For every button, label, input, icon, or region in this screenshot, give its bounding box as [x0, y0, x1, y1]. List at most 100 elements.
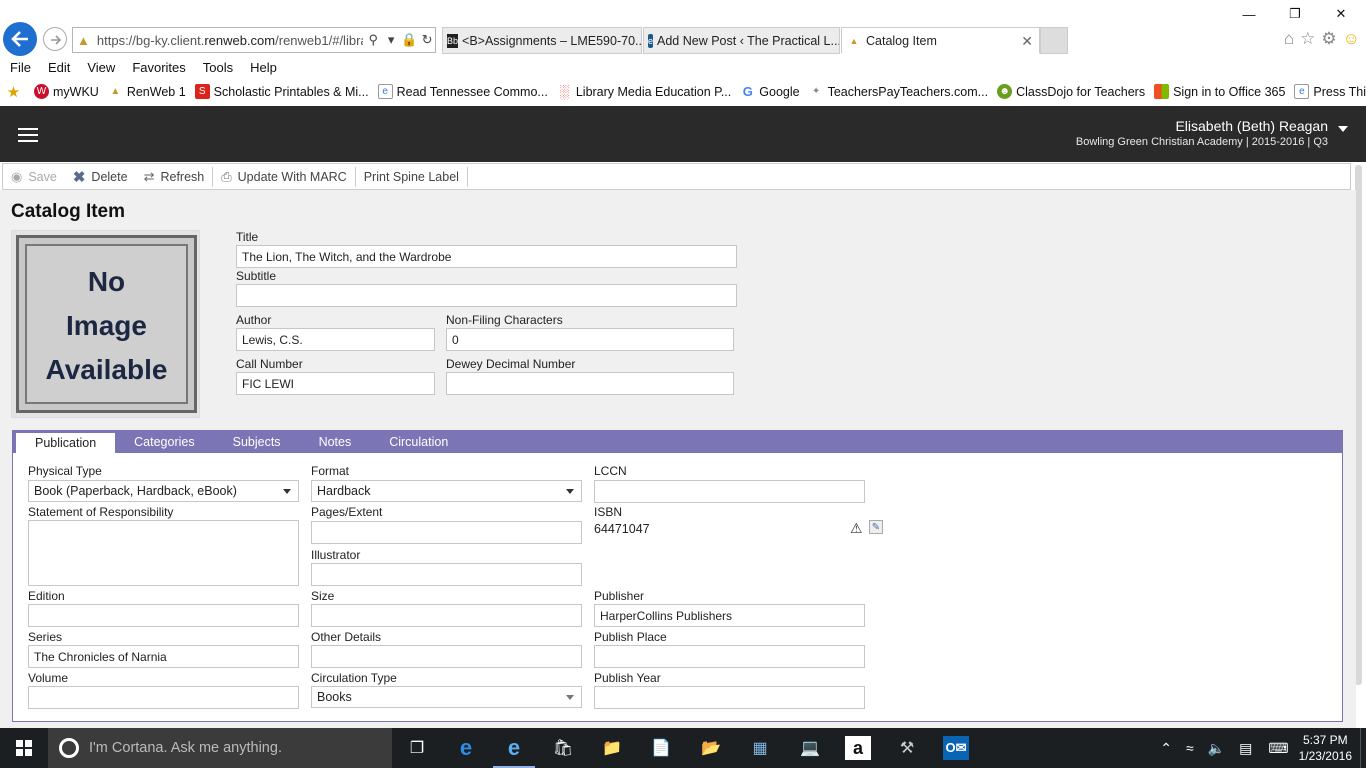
hamburger-menu-icon[interactable] — [18, 128, 38, 142]
clock-time: 5:37 PM — [1302, 733, 1348, 747]
fav-classdojo[interactable]: ☻ ClassDojo for Teachers — [997, 84, 1145, 99]
physical-type-select[interactable]: Book (Paperback, Hardback, eBook) — [28, 480, 299, 502]
system-clock[interactable]: 5:37 PM 1/23/2016 — [1299, 732, 1352, 764]
edit-pencil-icon[interactable]: ✎ — [869, 520, 883, 534]
tab-publication[interactable]: Publication — [16, 433, 116, 453]
favorites-star-icon[interactable]: ☆ — [1300, 29, 1315, 49]
tab-catalog-item[interactable]: ▲ Catalog Item ✕ — [841, 27, 1040, 54]
edge-browser-icon[interactable]: e — [453, 735, 479, 760]
tab-circulation[interactable]: Circulation — [370, 431, 467, 453]
address-bar[interactable]: ▲ https://bg-ky.client.renweb.com/renweb… — [72, 27, 436, 53]
warning-icon[interactable]: ⚠ — [850, 520, 863, 537]
menu-edit[interactable]: Edit — [48, 60, 70, 75]
update-with-marc-button[interactable]: ⎙ Update With MARC — [213, 164, 354, 189]
menu-view[interactable]: View — [87, 60, 115, 75]
smiley-icon[interactable]: ☺ — [1343, 29, 1360, 49]
minimize-icon[interactable]: — — [1226, 0, 1272, 28]
fav-mywku[interactable]: WmyWKU — [34, 84, 99, 99]
publish-place-input[interactable] — [594, 645, 865, 668]
title-input[interactable]: The Lion, The Witch, and the Wardrobe — [236, 245, 737, 268]
size-input[interactable] — [311, 604, 582, 627]
new-tab-button[interactable] — [1040, 27, 1068, 54]
menu-tools[interactable]: Tools — [203, 60, 233, 75]
fav-office365[interactable]: Sign in to Office 365 — [1154, 84, 1285, 99]
folder-documents-icon[interactable]: 📂 — [698, 736, 724, 760]
delete-button[interactable]: ✖ Delete — [65, 164, 136, 189]
toolbar-divider — [466, 166, 468, 187]
folder-icon[interactable]: 📄 — [648, 736, 674, 760]
renweb-icon: ▲ — [77, 32, 90, 48]
outlook-icon[interactable]: O✉ — [943, 736, 969, 760]
close-tab-icon[interactable]: ✕ — [1021, 33, 1033, 50]
close-window-icon[interactable]: ✕ — [1318, 0, 1364, 28]
tab-add-new-post[interactable]: e Add New Post ‹ The Practical L... — [643, 27, 840, 54]
format-select[interactable]: Hardback — [311, 480, 582, 502]
internet-explorer-icon[interactable]: e — [493, 735, 535, 768]
address-url[interactable]: https://bg-ky.client.renweb.com/renweb1/… — [97, 33, 363, 48]
store-icon[interactable]: 🛍 — [550, 736, 576, 760]
tools-icon[interactable]: ⚒ — [894, 736, 920, 760]
subtitle-input[interactable] — [236, 284, 737, 307]
gear-icon[interactable]: ⚙ — [1321, 29, 1336, 49]
tab-categories[interactable]: Categories — [115, 431, 213, 453]
wifi-icon[interactable]: ≈ — [1186, 740, 1194, 756]
author-input[interactable]: Lewis, C.S. — [236, 328, 435, 351]
refresh-button[interactable]: ⇄ Refresh — [136, 164, 213, 189]
refresh-page-icon[interactable]: ↻ — [419, 32, 435, 48]
fav-library-media[interactable]: ░ Library Media Education P... — [557, 84, 732, 99]
fav-renweb[interactable]: ▲ RenWeb 1 — [108, 84, 185, 99]
series-input[interactable]: The Chronicles of Narnia — [28, 645, 299, 668]
user-menu-caret-icon[interactable] — [1338, 126, 1348, 132]
volume-icon[interactable]: 🔈 — [1208, 740, 1225, 757]
menu-favorites[interactable]: Favorites — [132, 60, 185, 75]
call-number-input[interactable]: FIC LEWI — [236, 372, 435, 395]
amazon-icon[interactable]: a — [845, 736, 871, 760]
control-panel-icon[interactable]: ▦ — [747, 736, 773, 760]
dropdown-arrow-icon[interactable]: ▾ — [383, 32, 399, 48]
other-details-input[interactable] — [311, 645, 582, 668]
favorites-add-icon[interactable]: ★ — [6, 84, 25, 101]
home-icon[interactable]: ⌂ — [1284, 29, 1294, 49]
user-name[interactable]: Elisabeth (Beth) Reagan — [1175, 118, 1328, 134]
start-button[interactable] — [0, 728, 48, 768]
wku-icon: W — [34, 84, 49, 99]
file-explorer-icon[interactable]: 📁 — [599, 736, 625, 760]
publisher-input[interactable]: HarperCollins Publishers — [594, 604, 865, 627]
publish-year-input[interactable] — [594, 686, 865, 709]
volume-input[interactable] — [28, 686, 299, 709]
save-button[interactable]: ◉ Save — [3, 164, 65, 189]
fav-tpt[interactable]: ✦ TeachersPayTeachers.com... — [809, 84, 988, 99]
statement-of-responsibility-textarea[interactable] — [28, 520, 299, 586]
lccn-input[interactable] — [594, 480, 865, 503]
print-spine-label-button[interactable]: Print Spine Label — [356, 164, 467, 189]
fav-scholastic[interactable]: S Scholastic Printables & Mi... — [194, 84, 369, 99]
fav-read-tennessee[interactable]: e Read Tennessee Commo... — [377, 84, 548, 99]
page-scrollbar[interactable] — [1355, 165, 1362, 685]
restore-icon[interactable]: ❐ — [1272, 0, 1318, 28]
show-desktop-button[interactable] — [1360, 728, 1366, 768]
fav-google[interactable]: G Google — [740, 84, 800, 99]
google-icon: G — [742, 84, 753, 99]
fav-press-this[interactable]: ePress This — [1294, 84, 1366, 99]
illustrator-input[interactable] — [311, 563, 582, 586]
menu-file[interactable]: File — [10, 60, 31, 75]
lock-icon[interactable]: 🔒 — [401, 32, 417, 48]
tab-assignments[interactable]: Bb <B>Assignments – LME590-70... — [442, 27, 642, 54]
pages-extent-input[interactable] — [311, 521, 582, 544]
search-icon[interactable]: ⚲ — [365, 32, 381, 48]
computer-icon[interactable]: 💻 — [797, 736, 823, 760]
tab-notes[interactable]: Notes — [300, 431, 371, 453]
cortana-search-box[interactable]: I'm Cortana. Ask me anything. — [48, 728, 392, 768]
edition-input[interactable] — [28, 604, 299, 627]
action-center-icon[interactable]: ▤ — [1239, 740, 1252, 757]
forward-button[interactable] — [43, 27, 67, 51]
task-view-icon[interactable]: ❐ — [404, 736, 430, 760]
dewey-decimal-input[interactable] — [446, 372, 734, 395]
chevron-up-icon[interactable]: ⌃ — [1160, 740, 1172, 757]
menu-help[interactable]: Help — [250, 60, 277, 75]
back-button[interactable] — [3, 22, 37, 56]
non-filing-characters-input[interactable]: 0 — [446, 328, 734, 351]
keyboard-icon[interactable]: ⌨ — [1268, 740, 1288, 757]
circulation-type-select[interactable]: Books — [311, 686, 582, 708]
tab-subjects[interactable]: Subjects — [214, 431, 300, 453]
